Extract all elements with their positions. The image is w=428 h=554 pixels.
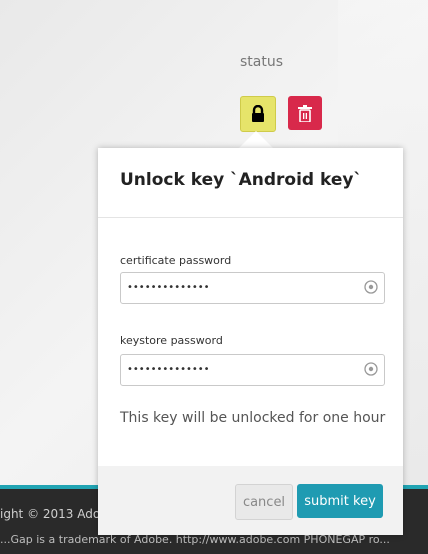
submit-key-button[interactable]: submit key bbox=[297, 484, 383, 518]
certificate-password-field[interactable]: •••••••••••••• bbox=[120, 272, 385, 304]
eye-icon[interactable] bbox=[364, 362, 378, 376]
status-column-header: status bbox=[240, 54, 284, 70]
dialog-title: Unlock key `Android key` bbox=[120, 170, 362, 190]
dialog-pointer bbox=[238, 131, 274, 149]
certificate-password-value: •••••••••••••• bbox=[127, 282, 210, 293]
keystore-password-label: keystore password bbox=[120, 334, 223, 347]
eye-icon[interactable] bbox=[364, 280, 378, 294]
delete-key-button[interactable] bbox=[288, 96, 322, 130]
keystore-password-value: •••••••••••••• bbox=[127, 364, 210, 375]
unlock-key-dialog: Unlock key `Android key` certificate pas… bbox=[98, 148, 403, 535]
unlock-duration-message: This key will be unlocked for one hour bbox=[120, 410, 386, 426]
certificate-password-label: certificate password bbox=[120, 254, 232, 267]
trash-icon bbox=[298, 104, 312, 122]
cancel-button[interactable]: cancel bbox=[235, 484, 293, 520]
unlock-key-button[interactable] bbox=[240, 96, 276, 132]
lock-icon bbox=[252, 105, 264, 122]
dialog-divider bbox=[98, 217, 403, 218]
keystore-password-field[interactable]: •••••••••••••• bbox=[120, 354, 385, 386]
